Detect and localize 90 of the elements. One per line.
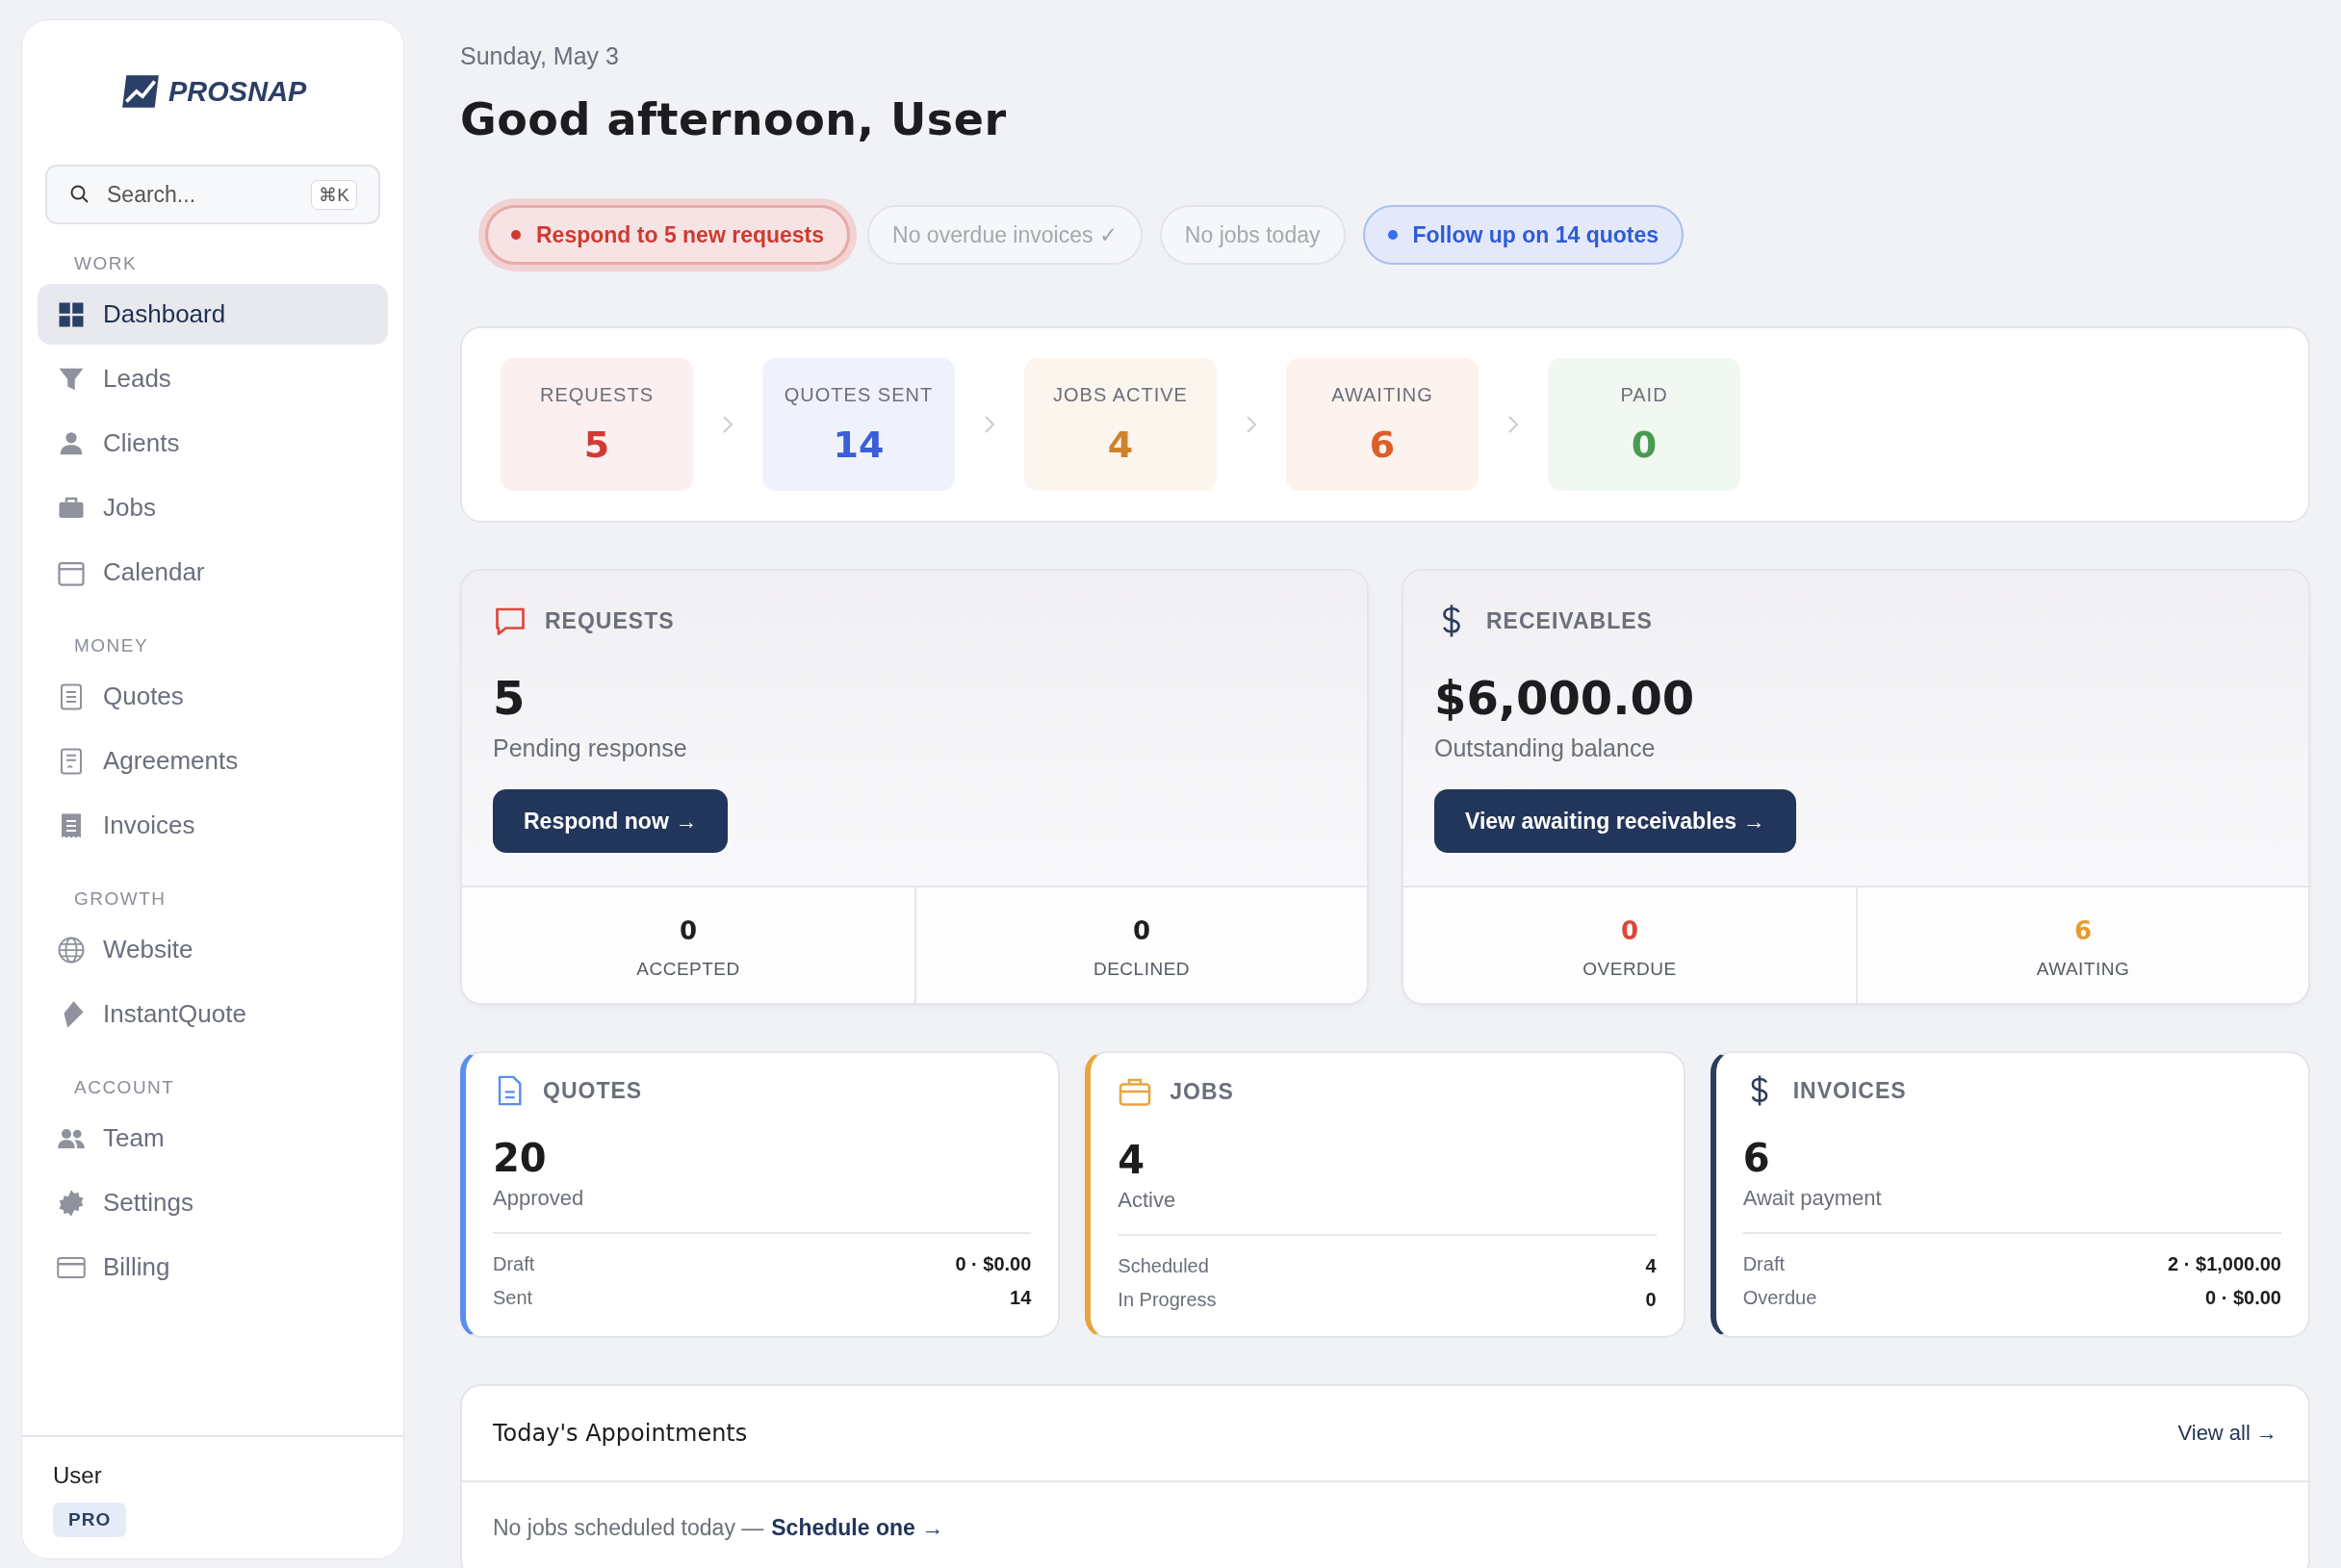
card-value: 6 [1742,1136,1771,1180]
nav-item[interactable]: Invoices [38,795,388,856]
stage-label: QUOTES SENT [784,383,934,406]
nav-item[interactable]: Agreements [38,731,388,791]
card-value: 20 [493,1136,548,1180]
nav-item[interactable]: Leads [38,348,388,409]
card-title: RECEIVABLES [1486,607,1653,634]
nav-item[interactable]: Jobs [38,477,388,538]
row-value: 0 [1645,1289,1657,1311]
row-label: Sent [493,1287,533,1309]
row-label: Draft [493,1253,535,1275]
action-button[interactable]: View awaiting receivables → [1434,789,1796,853]
plan-badge: PRO [53,1503,127,1537]
pipeline-stage[interactable]: PAID 0 [1548,358,1740,491]
dot-icon [1387,230,1398,240]
section-title: MONEY [74,635,150,656]
greeting-heading: Good afternoon, User [460,93,1008,145]
section-title: ACCOUNT [74,1077,176,1098]
card-value: $6,000.00 [1434,671,1696,725]
chevron-right-icon [1246,415,1257,434]
stage-value: 14 [833,423,885,466]
nav-item[interactable]: Calendar [38,542,388,603]
stage-value: 5 [583,423,610,466]
status-chip[interactable]: Follow up on 14 quotes [1362,205,1685,265]
card-title: JOBS [1170,1078,1234,1105]
row-label: Overdue [1742,1287,1817,1309]
nav-item[interactable]: InstantQuote [38,984,388,1044]
nav-item[interactable]: Billing [38,1237,388,1298]
stat-value: 0 [1620,916,1639,945]
section-title: GROWTH [74,888,167,910]
nav-item[interactable]: Dashboard [38,284,388,345]
user-name: User [53,1462,103,1489]
card-subtitle: Pending response [493,734,688,762]
gear-icon [57,1188,86,1218]
stat-label: OVERDUE [1582,959,1677,980]
stage-label: PAID [1620,383,1668,406]
nav-item[interactable]: Settings [38,1172,388,1233]
stat-value: 6 [2073,916,2093,945]
row-label: Draft [1742,1253,1785,1275]
stage-label: JOBS ACTIVE [1053,383,1188,406]
dot-icon [511,230,521,240]
card-title: INVOICES [1792,1077,1907,1104]
stat-label: ACCEPTED [636,959,740,980]
row-value: 0 · $0.00 [2205,1287,2281,1309]
nav-item[interactable]: Team [38,1108,388,1169]
card-title: QUOTES [543,1077,643,1104]
nav-item[interactable]: Clients [38,413,388,474]
row-value: 0 · $0.00 [955,1253,1032,1275]
card-heading: Today's Appointments [493,1420,748,1447]
date-text: Sunday, May 3 [460,42,620,70]
shortcut-badge: ⌘K [311,179,357,210]
action-button[interactable]: Respond now → [493,789,729,853]
stat-label: DECLINED [1093,959,1191,980]
stat-value: 0 [679,916,698,945]
stage-label: REQUESTS [540,383,654,406]
chevron-right-icon [1507,415,1519,434]
pipeline-stage[interactable]: JOBS ACTIVE 4 [1024,358,1217,491]
row-label: In Progress [1118,1289,1217,1311]
globe-icon [57,935,86,964]
pipeline-stage[interactable]: REQUESTS 5 [501,358,693,491]
card-value: 4 [1118,1138,1146,1182]
row-value: 2 · $1,000.00 [2168,1253,2281,1275]
search-input[interactable]: Search... [105,180,298,209]
stage-label: AWAITING [1331,383,1433,406]
card-subtitle: Await payment [1742,1186,2281,1234]
row-label: Scheduled [1118,1255,1209,1277]
nav-item[interactable]: Website [38,919,388,980]
schedule-link[interactable]: Schedule one → [771,1515,944,1541]
empty-message: No jobs scheduled today — [493,1515,764,1541]
stat-value: 0 [1132,916,1151,945]
search-field[interactable]: Search... ⌘K [45,165,380,224]
stage-value: 0 [1631,423,1658,466]
chevron-right-icon [722,415,733,434]
card-subtitle: Outstanding balance [1434,734,1657,762]
view-all-link[interactable]: View all → [2177,1421,2277,1446]
stat-label: AWAITING [2036,959,2130,980]
pipeline-stage[interactable]: AWAITING 6 [1286,358,1479,491]
row-value: 14 [1010,1287,1032,1309]
logo-text: PROSNAP [168,75,307,108]
section-title: WORK [74,253,139,274]
card-title: REQUESTS [545,607,675,634]
nav-item[interactable]: Quotes [38,666,388,727]
row-value: 4 [1645,1255,1657,1277]
card-subtitle: Approved [493,1186,1032,1234]
chevron-right-icon [984,415,995,434]
stage-value: 4 [1107,423,1134,466]
card-value: 5 [493,671,527,725]
pipeline-stage[interactable]: QUOTES SENT 14 [762,358,955,491]
card-subtitle: Active [1118,1188,1657,1236]
stage-value: 6 [1369,423,1396,466]
